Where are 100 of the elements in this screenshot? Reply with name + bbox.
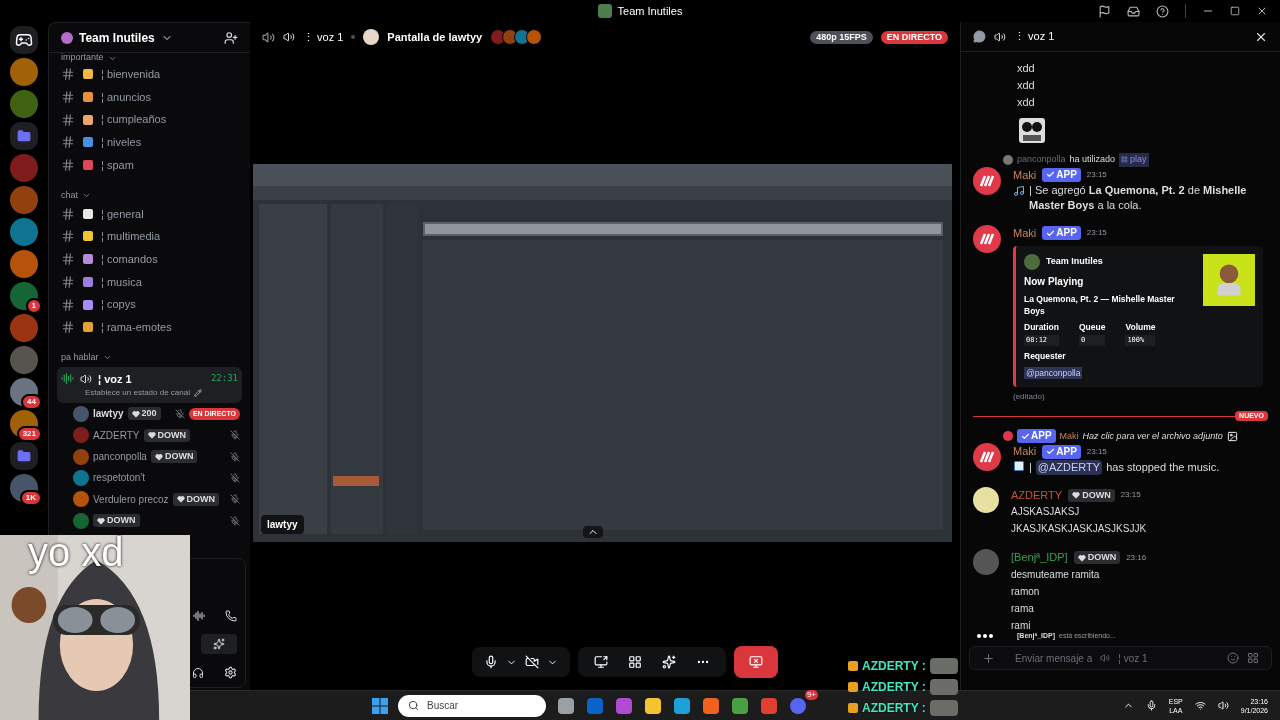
channel-item[interactable]: ¦ spam [57,153,242,177]
embed-title: Now Playing [1024,274,1085,289]
voice-member[interactable]: respetoton't [57,467,242,489]
mention-link[interactable]: @AZDERTY [1035,459,1103,475]
channel-item[interactable]: ¦ copys [57,293,242,316]
inbox-icon[interactable] [1127,4,1140,18]
avatar [73,469,89,486]
channel-item[interactable]: ¦ niveles [57,131,242,154]
channel-item[interactable]: ¦ rama-emotes [57,315,242,339]
channel-item[interactable]: ¦ comandos [57,247,242,271]
folder-icon[interactable] [10,122,38,150]
tag-text: DOWN [1082,488,1111,502]
reply-text[interactable]: Haz clic para ver el archivo adjunto [1082,429,1223,443]
speaker-icon[interactable] [262,30,275,44]
discord-home-icon[interactable] [10,26,38,54]
voice-channel[interactable]: ¦ voz 1 22:31 Establece un estado de canal [57,366,242,404]
status-placeholder[interactable]: Establece un estado de canal [85,387,190,400]
channel-item[interactable]: ¦ anuncios [57,85,242,109]
overlay-chat-text: AZDERTY : [862,700,926,717]
channel-name: ¦ niveles [101,135,142,151]
overlay-chat-text: AZDERTY : [862,658,926,675]
channel-name: ¦ comandos [101,251,158,267]
command-link[interactable]: play [1119,153,1149,167]
emote-icon [929,700,958,716]
voice-member[interactable]: Verdulero precoz DOWN [57,488,242,510]
settings-icon[interactable] [224,666,237,679]
channel-name: ¦ anuncios [101,89,151,105]
hang-up-icon[interactable] [225,610,237,622]
author-name[interactable]: AZDERTY [1011,486,1063,504]
bot-avatar[interactable] [973,166,1001,195]
plus-icon[interactable] [982,651,995,665]
share-screen-icon[interactable] [594,655,608,669]
app-icon[interactable] [731,697,748,714]
discord-icon[interactable] [790,697,806,714]
message-input[interactable]: Enviar mensaje a ¦ voz 1 [969,646,1272,670]
hash-icon [61,274,75,289]
channel-item[interactable]: ¦ musica [57,270,242,294]
author-name[interactable]: Maki [1013,166,1037,183]
channel-item[interactable]: ¦ multimedia [57,225,242,248]
close-icon[interactable] [1256,5,1268,17]
pencil-icon[interactable] [193,389,202,398]
author-name[interactable]: Maki [1013,225,1037,242]
flag-icon[interactable] [1098,4,1111,18]
server-name[interactable]: Team Inutiles [79,28,155,47]
start-icon[interactable] [372,697,388,714]
voice-member[interactable]: DOWN [57,510,242,532]
reply-text[interactable]: ha utilizado [1069,153,1116,167]
channel-item[interactable]: ¦ cumpleaños [57,108,242,132]
hash-icon [61,206,75,221]
input-placeholder: Enviar mensaje a [1015,651,1093,666]
channel-name: ¦ copys [101,297,136,313]
sound-wave-icon[interactable] [193,610,205,622]
microphone-icon[interactable] [484,655,498,669]
activities-icon[interactable] [628,655,642,669]
bot-avatar[interactable] [973,225,1001,253]
reply-author[interactable]: panconpolla [1017,153,1066,167]
apps-icon[interactable] [1247,652,1259,664]
microphone-icon[interactable] [1145,700,1157,711]
camera-off-icon[interactable] [525,655,539,669]
app-icon[interactable] [644,697,661,714]
network-icon[interactable] [1194,700,1206,711]
help-icon[interactable] [1156,4,1169,18]
stop-stream-button[interactable] [734,646,778,678]
pop-up-icon[interactable] [583,526,603,538]
image-icon[interactable] [1226,430,1238,442]
mention-link[interactable]: @panconpolla [1024,366,1083,380]
reply-author[interactable]: Maki [1059,429,1079,443]
voice-member[interactable]: panconpolla DOWN [57,445,242,468]
app-icon[interactable] [673,697,690,714]
message-text: rami [1011,618,1032,630]
muted-icon [230,515,240,526]
author-name[interactable]: [Benjª_IDP] [1011,549,1068,566]
voice-member[interactable]: AZDERTY DOWN [57,424,242,446]
app-icon[interactable] [702,697,719,714]
folder-icon[interactable] [10,442,38,470]
category-label[interactable]: chat [61,188,78,203]
maximize-icon[interactable] [1230,6,1240,16]
channel-item[interactable]: ¦ bienvenida [57,63,242,86]
message-text: ramon [1011,584,1041,599]
app-icon[interactable] [557,697,574,714]
search-field[interactable]: Buscar [398,694,546,717]
music-icon [1013,185,1025,197]
avatar[interactable] [973,486,999,513]
hash-icon [61,229,75,244]
channel-name: ¦ cumpleaños [101,112,167,128]
overlay-chat-text: AZDERTY : [862,679,926,696]
soundboard-icon[interactable] [213,638,225,650]
volume-icon[interactable] [1217,700,1229,711]
author-name[interactable]: Maki [1013,443,1037,460]
channel-name[interactable]: ⋮ voz 1 [303,28,344,46]
bot-avatar[interactable] [973,443,1001,472]
hash-icon [61,67,75,82]
field-name: Duration [1024,320,1059,334]
headphones-icon[interactable] [192,666,204,679]
emoji-icon[interactable] [1227,652,1239,664]
category-label[interactable]: importante [61,51,104,65]
channel-item[interactable]: ¦ general [57,202,242,226]
invite-icon[interactable] [224,30,238,45]
category-label[interactable]: pa hablar [61,350,99,365]
speaker-icon [80,372,92,385]
